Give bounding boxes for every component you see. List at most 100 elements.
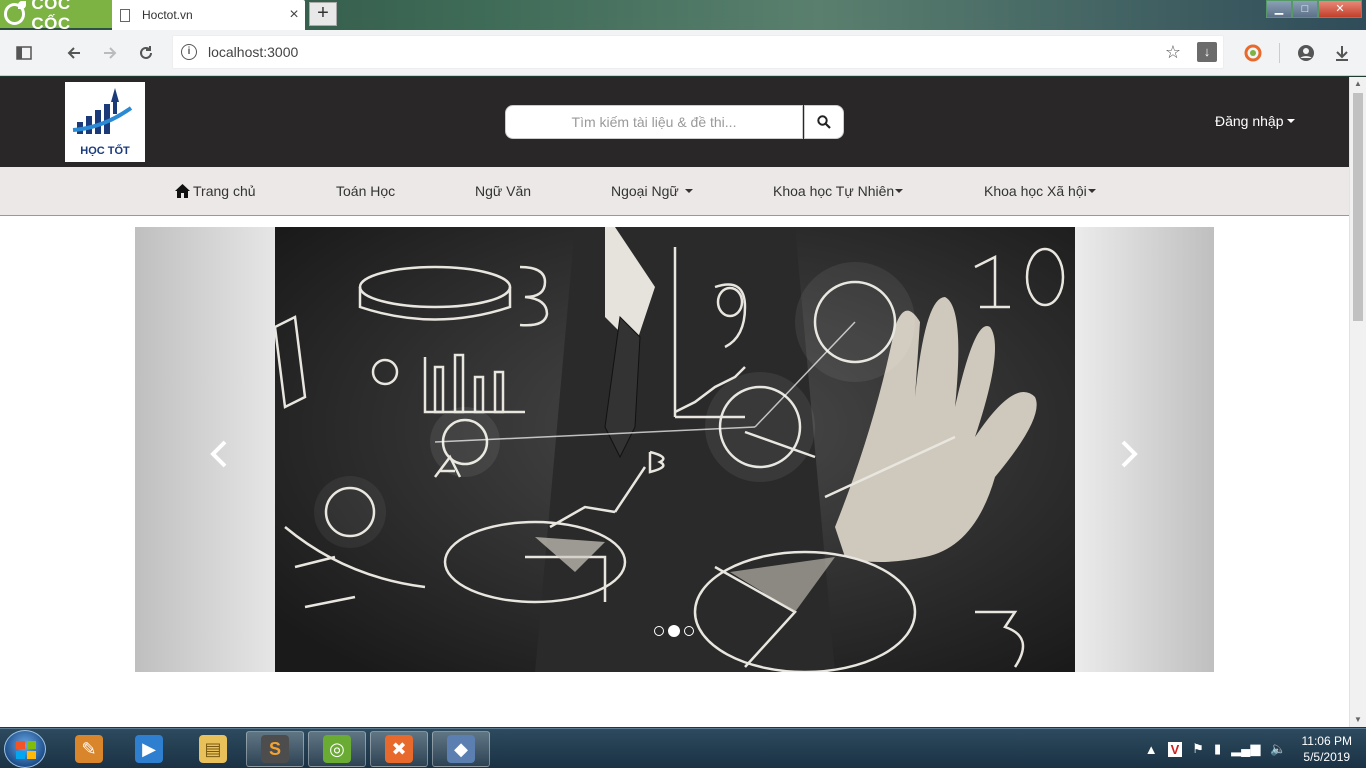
window-controls: ▁ □ ✕ [1266,0,1362,18]
toolbar-right-group [1235,35,1366,71]
browser-toolbar: i localhost:3000 ☆ ↓ [0,30,1366,76]
nav-item-home[interactable]: Trang chủ [175,183,256,199]
carousel-slide-image [275,227,1075,672]
caret-down-icon [1286,119,1295,123]
maximize-button[interactable]: □ [1292,0,1318,18]
carousel-indicator[interactable] [684,626,694,636]
scroll-up-arrow[interactable]: ▲ [1350,77,1366,91]
caret-down-icon [1087,189,1096,193]
git-icon: ◆ [447,735,475,763]
address-bar[interactable]: i localhost:3000 ☆ ↓ [172,35,1224,69]
site-header: HỌC TỐT Đăng nhập [0,77,1349,167]
volume-icon[interactable]: 🔈 [1270,741,1286,757]
nav-label: Ngoại Ngữ [611,183,679,199]
url-text: localhost:3000 [208,44,299,60]
carousel-indicators [654,625,694,637]
windows-logo-icon [16,741,36,759]
login-dropdown[interactable]: Đăng nhập [1215,113,1295,129]
search-input[interactable] [505,105,803,139]
browser-tab[interactable]: Hoctot.vn × [112,0,305,30]
page-icon [120,8,130,22]
tab-title: Hoctot.vn [142,8,193,22]
slide-illustration [275,227,1075,672]
nav-item-math[interactable]: Toán Học [336,183,395,199]
search-icon [817,115,831,129]
chevron-left-icon [210,440,227,468]
carousel-indicator[interactable] [654,626,664,636]
nav-item-social-science[interactable]: Khoa học Xã hội [984,183,1096,199]
xampp-icon: ✖ [385,735,413,763]
scroll-down-arrow[interactable]: ▼ [1350,713,1366,727]
taskbar-app-sublime-text[interactable]: S [246,731,304,767]
show-hidden-icons-icon[interactable]: ▲ [1145,742,1158,757]
logo-graphic [72,88,133,134]
taskbar-app-git[interactable]: ◆ [432,731,490,767]
desktop-screen: CỐC CỐC Hoctot.vn × + ▁ □ ✕ i localhost:… [0,0,1366,768]
search-button[interactable] [804,105,844,139]
network-signal-icon[interactable]: ▂▄▆ [1231,741,1260,757]
page-scrollbar[interactable]: ▲ ▼ [1349,77,1366,727]
downloads-icon[interactable] [1324,35,1360,71]
nav-label: Trang chủ [193,183,256,199]
site-logo[interactable]: HỌC TỐT [65,82,145,162]
home-icon [175,184,190,198]
nav-label: Toán Học [336,183,396,199]
clock-date: 5/5/2019 [1303,750,1351,764]
nav-item-natural-science[interactable]: Khoa học Tự Nhiên [773,183,904,199]
system-clock[interactable]: 11:06 PM 5/5/2019 [1302,733,1352,765]
coccoc-menu-button[interactable]: CỐC CỐC [0,0,112,33]
caret-down-icon [684,189,693,193]
nav-label: Khoa học Xã hội [984,183,1087,199]
nav-label: Ngữ Văn [475,183,532,199]
browser-tab-strip: CỐC CỐC Hoctot.vn × + ▁ □ ✕ [0,0,1366,33]
hero-carousel [135,227,1214,672]
windows-taskbar: ✎ ▶ ▤ S ◎ ✖ ◆ ▲ V ⚑ ▮ ▂▄▆ 🔈 11:06 PM 5/5… [0,728,1366,768]
reload-icon[interactable] [128,35,164,71]
taskbar-app-media-player[interactable]: ▶ [120,731,178,767]
page-viewport: HỌC TỐT Đăng nhập Trang chủ Toán Học [0,77,1349,727]
toolbar-separator [1279,43,1280,63]
nav-item-foreign-language[interactable]: Ngoại Ngữ [611,183,693,199]
tab-close-icon[interactable]: × [283,6,305,24]
clock-time: 11:06 PM [1301,734,1352,748]
brand-label: CỐC CỐC [31,0,71,33]
chevron-right-icon [1121,440,1138,468]
carousel-next-button[interactable] [1117,439,1147,469]
power-icon[interactable]: ▮ [1214,741,1221,757]
nav-item-literature[interactable]: Ngữ Văn [475,183,531,199]
login-label: Đăng nhập [1215,113,1284,129]
main-nav: Trang chủ Toán Học Ngữ Văn Ngoại Ngữ Kho… [0,167,1349,216]
logo-text: HỌC TỐT [80,145,130,157]
coccoc-icon: ◎ [323,735,351,763]
new-tab-button[interactable]: + [309,2,337,26]
bookmark-star-icon[interactable]: ☆ [1165,42,1181,63]
media-player-icon: ▶ [135,735,163,763]
scrollbar-thumb[interactable] [1353,93,1363,321]
coccoc-extension-icon[interactable] [1235,35,1271,71]
sidebar-toggle-icon[interactable] [6,35,42,71]
close-window-button[interactable]: ✕ [1318,0,1362,18]
system-tray: ▲ V ⚑ ▮ ▂▄▆ 🔈 11:06 PM 5/5/2019 [1140,729,1366,768]
carousel-prev-button[interactable] [207,439,237,469]
paint-icon: ✎ [75,735,103,763]
download-extension-icon[interactable]: ↓ [1197,42,1217,62]
coccoc-logo-icon [4,1,27,25]
start-button[interactable] [4,730,46,768]
site-info-icon[interactable]: i [181,44,197,60]
search-form [505,105,844,139]
taskbar-app-coccoc[interactable]: ◎ [308,731,366,767]
forward-icon[interactable] [92,35,128,71]
taskbar-app-paint[interactable]: ✎ [60,731,118,767]
taskbar-app-file-explorer[interactable]: ▤ [184,731,242,767]
nav-label: Khoa học Tự Nhiên [773,183,895,199]
profile-icon[interactable] [1288,35,1324,71]
action-center-flag-icon[interactable]: ⚑ [1192,741,1204,757]
folder-icon: ▤ [199,735,227,763]
sublime-text-icon: S [261,735,289,763]
antivirus-icon[interactable]: V [1167,741,1183,757]
caret-down-icon [895,189,904,193]
back-icon[interactable] [56,35,92,71]
taskbar-app-xampp[interactable]: ✖ [370,731,428,767]
minimize-button[interactable]: ▁ [1266,0,1292,18]
carousel-indicator-active[interactable] [668,625,680,637]
